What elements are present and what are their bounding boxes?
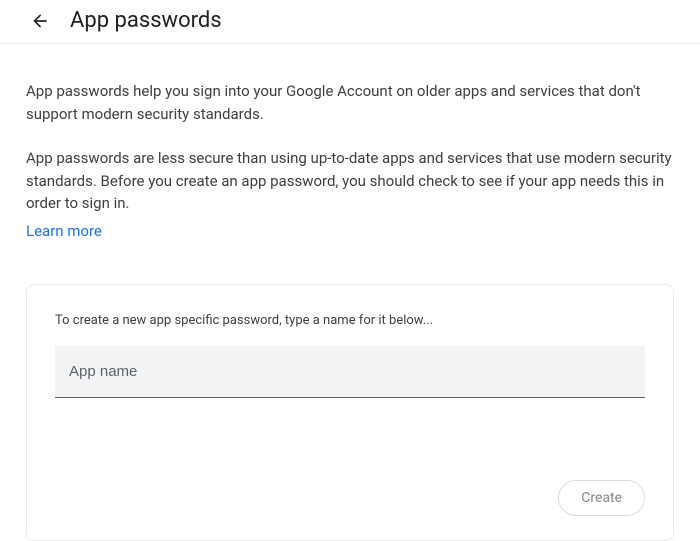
- arrow-left-icon: [30, 11, 50, 31]
- create-button[interactable]: Create: [558, 480, 645, 516]
- create-row: Create: [55, 480, 645, 516]
- page-title: App passwords: [70, 8, 222, 33]
- page-header: App passwords: [0, 0, 700, 44]
- description-paragraph-2: App passwords are less secure than using…: [26, 147, 674, 215]
- input-wrapper: [55, 346, 645, 398]
- create-card: To create a new app specific password, t…: [26, 284, 674, 541]
- learn-more-link[interactable]: Learn more: [26, 222, 102, 240]
- back-button[interactable]: [28, 9, 52, 33]
- description-paragraph-1: App passwords help you sign into your Go…: [26, 80, 674, 125]
- card-hint-text: To create a new app specific password, t…: [55, 313, 645, 328]
- app-name-input[interactable]: [55, 346, 645, 398]
- content-area: App passwords help you sign into your Go…: [0, 44, 700, 541]
